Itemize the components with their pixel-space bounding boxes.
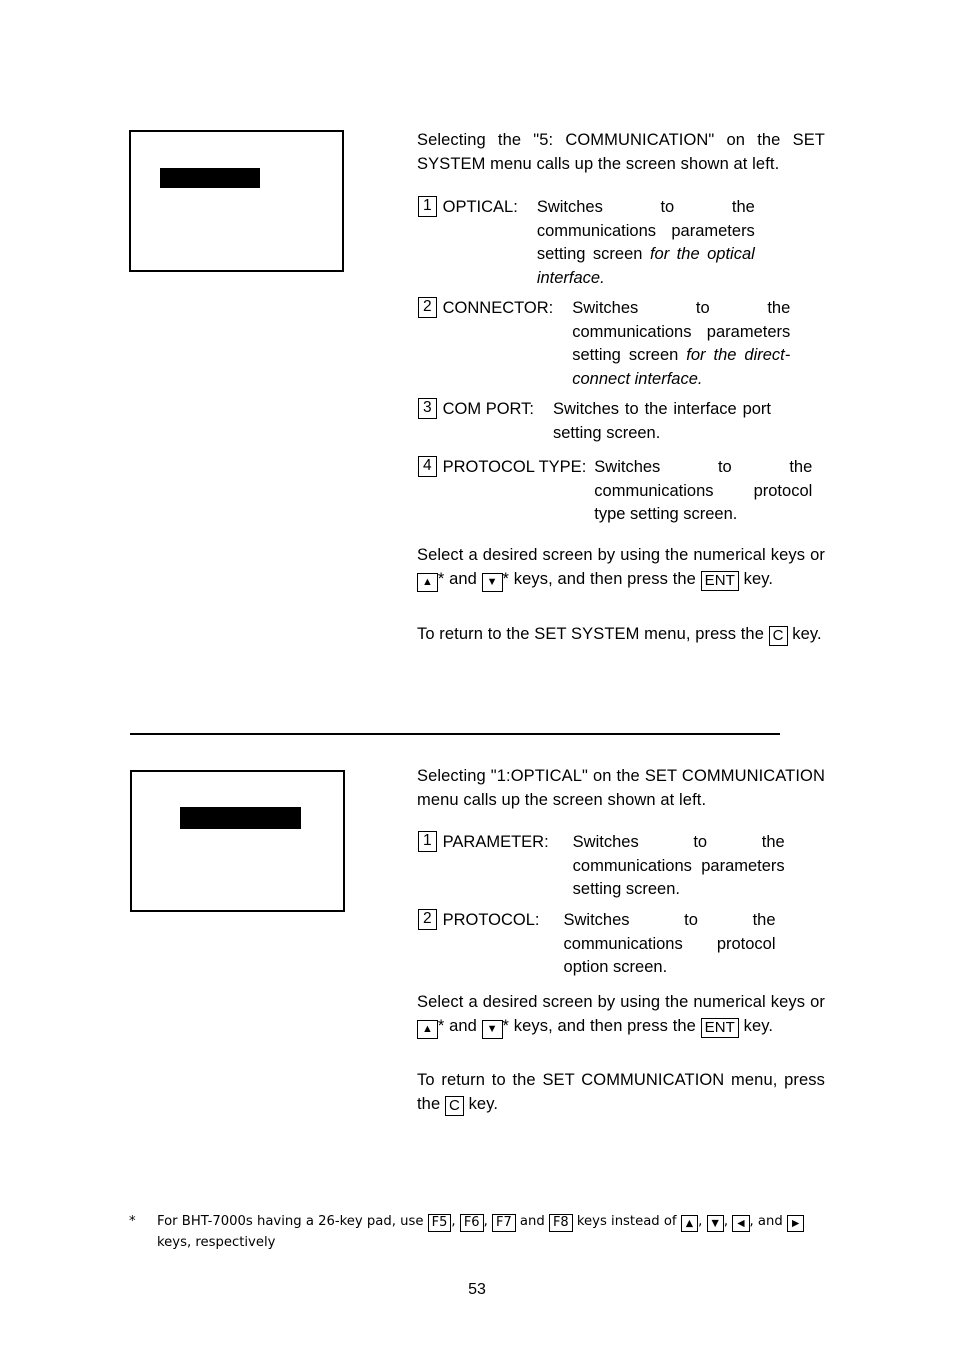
menu-item-protocol-type: 4 PROTOCOL TYPE: Switches to the communi…	[418, 456, 828, 527]
menu-item-protocol-type-description: Switches to the communications protocol …	[594, 456, 812, 527]
menu-item-optical-label: OPTICAL:	[442, 198, 518, 216]
menu-item-com-port-term: 3 COM PORT:	[418, 398, 534, 422]
menu-item-optical-term: 1 OPTICAL:	[418, 196, 518, 220]
menu-item-protocol-term: 2 PROTOCOL:	[418, 909, 540, 933]
key-right-arrow-icon: ▶	[786, 1215, 805, 1232]
footnote-body: For BHT-7000s having a 26-key pad, use F…	[157, 1211, 829, 1253]
menu-item-connector-description: Switches to the communications parameter…	[572, 297, 790, 391]
footnote-marker: *	[129, 1214, 136, 1229]
menu-item-optical: 1 OPTICAL: Switches to the communication…	[418, 196, 828, 290]
footnote-star-2: *	[502, 569, 510, 588]
menu-item-connector-term: 2 CONNECTOR:	[418, 297, 553, 321]
key-up-arrow-icon: ▲	[680, 1215, 699, 1232]
return-text-part2: key.	[468, 1094, 498, 1113]
select-text-part2: keys, and then press the	[513, 1016, 696, 1035]
key-up-arrow-icon: ▲	[417, 572, 438, 592]
section1-return-instruction: To return to the SET SYSTEM menu, press …	[417, 623, 825, 647]
footnote-sep3: ,	[698, 1214, 703, 1229]
footnote-star-1: *	[437, 569, 445, 588]
document-page: Selecting the "5: COMMUNICATION" on the …	[0, 0, 954, 1348]
menu-item-com-port-label: COM PORT:	[442, 400, 534, 418]
section2-return-instruction: To return to the SET COMMUNICATION menu,…	[417, 1069, 825, 1116]
key-f8-icon: F8	[548, 1214, 573, 1232]
key-1-icon: 1	[418, 196, 437, 217]
footnote-part2: keys instead of	[576, 1214, 677, 1229]
menu-item-parameter-label: PARAMETER:	[442, 833, 549, 851]
key-c-icon: C	[444, 1095, 464, 1116]
footnote-part1: For BHT-7000s having a 26-key pad, use	[157, 1214, 424, 1229]
key-f5-icon: F5	[427, 1214, 452, 1232]
menu-item-optical-description: Switches to the communications parameter…	[537, 196, 755, 290]
footnote-part3: keys, respectively	[157, 1235, 276, 1250]
lcd-highlight-bar	[160, 168, 260, 188]
key-2-icon: 2	[418, 909, 437, 930]
footnote-and: and	[519, 1214, 545, 1229]
select-text-part2: keys, and then press the	[513, 569, 696, 588]
menu-item-parameter-term: 1 PARAMETER:	[418, 831, 549, 855]
footnote-sep2: ,	[483, 1214, 488, 1229]
footnote-sep4: ,	[723, 1214, 729, 1229]
section-divider	[130, 733, 780, 735]
menu-item-connector-label: CONNECTOR:	[442, 299, 554, 317]
key-4-icon: 4	[418, 456, 437, 477]
key-3-icon: 3	[418, 398, 437, 419]
menu-item-protocol: 2 PROTOCOL: Switches to the communicatio…	[418, 909, 828, 980]
select-text-and: and	[449, 1016, 477, 1035]
footnote-sep5: , and	[749, 1214, 783, 1229]
key-down-arrow-icon: ▼	[481, 572, 503, 592]
key-f6-icon: F6	[459, 1214, 484, 1232]
key-ent-icon: ENT	[700, 1017, 739, 1038]
select-text-part1: Select a desired screen by using the num…	[417, 546, 825, 564]
key-down-arrow-icon: ▼	[481, 1019, 503, 1039]
menu-item-com-port-description: Switches to the interface port setting s…	[553, 398, 771, 445]
lcd-highlight-bar	[180, 807, 301, 829]
menu-item-parameter-description: Switches to the communications parameter…	[573, 831, 785, 902]
menu-item-protocol-type-label: PROTOCOL TYPE:	[442, 458, 587, 476]
key-left-arrow-icon: ◀	[732, 1215, 750, 1232]
select-text-part3: key.	[743, 569, 774, 588]
menu-item-com-port: 3 COM PORT: Switches to the interface po…	[418, 398, 828, 445]
section1-select-instruction: Select a desired screen by using the num…	[417, 544, 825, 592]
desc-plain: Switches to the interface port setting s…	[553, 400, 771, 442]
menu-item-protocol-label: PROTOCOL:	[442, 911, 540, 929]
section2-intro-paragraph: Selecting "1:OPTICAL" on the SET COMMUNI…	[417, 767, 825, 809]
footnote-star-1: *	[437, 1016, 445, 1035]
return-text-part1: To return to the SET SYSTEM menu, press …	[417, 625, 764, 643]
lcd-screen-set-communication	[129, 130, 344, 272]
key-ent-icon: ENT	[700, 570, 739, 591]
footnote: * For BHT-7000s having a 26-key pad, use…	[129, 1211, 829, 1253]
key-up-arrow-icon: ▲	[417, 1019, 438, 1039]
section1-intro-paragraph: Selecting the "5: COMMUNICATION" on the …	[417, 131, 825, 173]
menu-item-protocol-description: Switches to the communications protocol …	[564, 909, 776, 980]
desc-plain: Switches to the communications parameter…	[572, 833, 785, 898]
section2-select-instruction: Select a desired screen by using the num…	[417, 991, 825, 1039]
select-text-part3: key.	[743, 1016, 774, 1035]
return-text-part2: key.	[792, 625, 822, 643]
key-f7-icon: F7	[491, 1214, 516, 1232]
page-number: 53	[468, 1281, 486, 1298]
desc-plain: Switches to the communications protocol …	[594, 458, 813, 523]
select-text-and: and	[449, 569, 477, 588]
menu-item-connector: 2 CONNECTOR: Switches to the communicati…	[418, 297, 828, 391]
footnote-sep1: ,	[451, 1214, 456, 1229]
select-text-part1: Select a desired screen by using the num…	[417, 993, 825, 1011]
menu-item-parameter: 1 PARAMETER: Switches to the communicati…	[418, 831, 828, 902]
key-c-icon: C	[768, 626, 788, 646]
lcd-screen-set-optical	[130, 770, 345, 912]
key-1-icon: 1	[418, 831, 437, 852]
footnote-star-2: *	[502, 1016, 510, 1035]
key-down-arrow-icon: ▼	[706, 1215, 724, 1232]
desc-plain: Switches to the communications protocol …	[563, 911, 776, 976]
menu-item-protocol-type-term: 4 PROTOCOL TYPE:	[418, 456, 586, 480]
key-2-icon: 2	[418, 297, 437, 318]
